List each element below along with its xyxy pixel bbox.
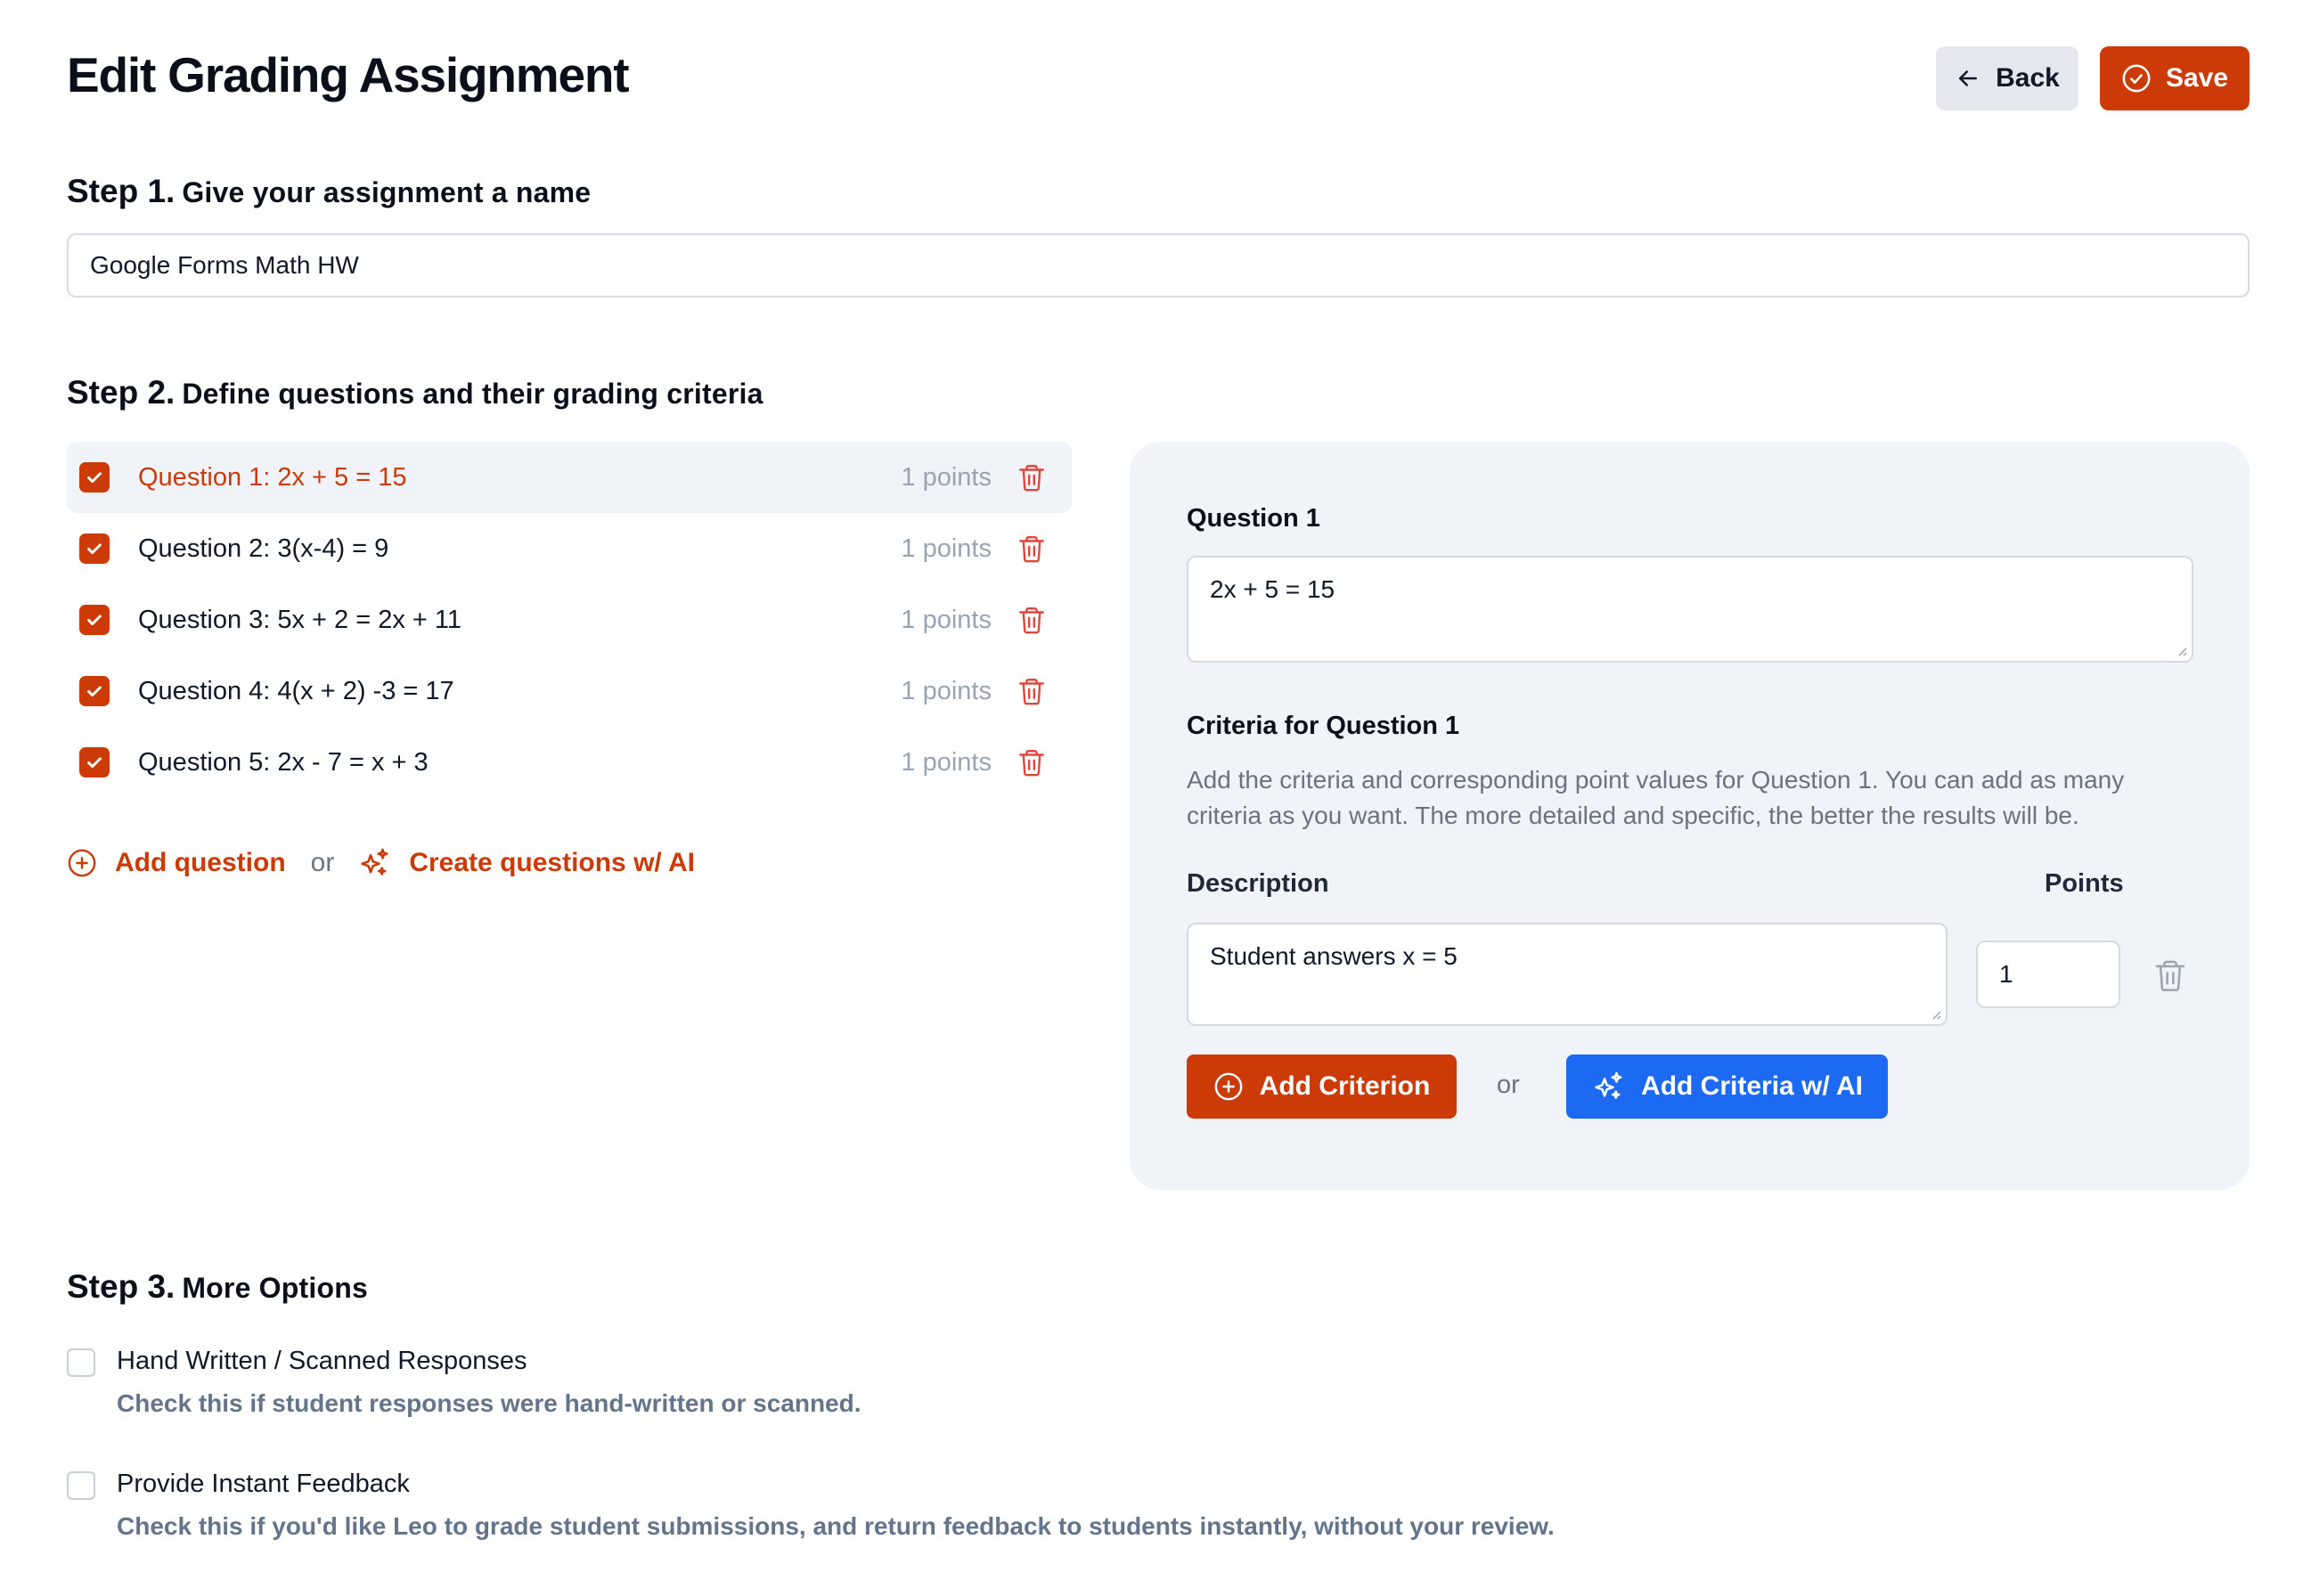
question-checkbox[interactable] [79,605,110,635]
criterion-description-area[interactable]: Student answers x = 5 [1187,923,1948,1026]
or-separator: or [1497,1071,1520,1099]
instant-feedback-checkbox[interactable] [67,1471,95,1500]
step3-heading: Step 3. More Options [67,1268,368,1306]
question-label: Question 3: 5x + 2 = 2x + 11 [138,605,462,634]
criteria-heading: Criteria for Question 1 [1187,712,1460,740]
resize-handle-icon[interactable] [1928,1006,1942,1021]
trash-icon[interactable] [1017,675,1047,712]
step2-heading: Step 2. Define questions and their gradin… [67,374,764,411]
checkmark-icon [87,686,102,697]
question-points: 1 points [901,747,992,777]
checkmark-icon [87,757,102,769]
trash-icon[interactable] [2152,957,2188,998]
option-help: Check this if student responses were han… [117,1389,862,1417]
page-title: Edit Grading Assignment [67,47,630,102]
points-column-label: Points [2045,869,2124,898]
question-list: Question 1: 2x + 5 = 15 1 points Questio… [67,442,1072,798]
criterion-points-input[interactable]: 1 [1976,940,2120,1008]
question-label: Question 5: 2x - 7 = x + 3 [138,747,429,777]
step2-number: Step 2. [67,374,176,411]
handwritten-checkbox[interactable] [67,1348,95,1377]
option-help: Check this if you'd like Leo to grade st… [117,1512,1555,1540]
add-criterion-button[interactable]: Add Criterion [1187,1054,1457,1119]
question-checkbox[interactable] [79,462,110,493]
checkmark-icon [87,543,102,555]
question-checkbox[interactable] [79,533,110,564]
question-label: Question 1: 2x + 5 = 15 [138,462,407,492]
save-button-label: Save [2165,63,2229,93]
edit-grading-assignment-page: Edit Grading Assignment Back Save Step 1… [0,0,2311,1596]
trash-icon[interactable] [1017,746,1047,783]
question-checkbox[interactable] [79,676,110,706]
step1-text: Give your assignment a name [182,176,592,208]
create-questions-ai-link[interactable]: Create questions w/ AI [357,846,695,880]
checkmark-icon [87,472,102,484]
question-heading: Question 1 [1187,504,1320,533]
question-detail-panel: Question 1 2x + 5 = 15 Criteria for Ques… [1130,442,2250,1190]
sparkles-icon [361,848,388,875]
question-row-4[interactable]: Question 4: 4(x + 2) -3 = 17 1 points [67,656,1072,727]
step1-number: Step 1. [67,173,176,209]
add-question-actions: Add question or Create questions w/ AI [67,846,695,880]
step3-number: Step 3. [67,1268,176,1305]
resize-handle-icon[interactable] [2174,643,2188,657]
question-points: 1 points [901,533,992,563]
trash-icon[interactable] [1017,533,1047,569]
add-criteria-ai-button[interactable]: Add Criteria w/ AI [1566,1054,1888,1119]
question-points: 1 points [901,462,992,492]
save-button[interactable]: Save [2100,46,2250,110]
add-criteria-ai-label: Add Criteria w/ AI [1641,1071,1863,1101]
checkmark-icon [87,615,102,626]
add-question-link[interactable]: Add question [67,848,286,878]
add-question-label: Add question [115,848,286,877]
question-checkbox[interactable] [79,747,110,778]
arrow-left-icon [1959,70,1978,86]
or-separator: or [310,848,335,877]
assignment-name-input[interactable] [67,233,2250,297]
step1-heading: Step 1. Give your assignment a name [67,173,591,210]
question-points: 1 points [901,605,992,634]
check-circle-icon [2122,64,2151,93]
question-text-area[interactable]: 2x + 5 = 15 [1187,556,2193,663]
question-points: 1 points [901,676,992,705]
trash-icon[interactable] [1017,604,1047,640]
back-button-label: Back [1996,63,2060,93]
trash-icon[interactable] [1017,461,1047,498]
criterion-points-value: 1 [1999,960,2013,988]
plus-circle-icon [68,849,96,877]
question-row-1[interactable]: Question 1: 2x + 5 = 15 1 points [67,442,1072,513]
question-label: Question 2: 3(x-4) = 9 [138,533,389,563]
question-text: 2x + 5 = 15 [1210,575,1335,603]
question-row-3[interactable]: Question 3: 5x + 2 = 2x + 11 1 points [67,584,1072,656]
criterion-description: Student answers x = 5 [1210,942,1458,970]
create-questions-ai-label: Create questions w/ AI [409,848,695,877]
back-button[interactable]: Back [1936,46,2078,110]
step3-text: More Options [182,1272,368,1304]
step2-text: Define questions and their grading crite… [182,378,764,410]
sparkles-icon [1595,1071,1622,1099]
add-criterion-label: Add Criterion [1259,1071,1431,1101]
question-row-5[interactable]: Question 5: 2x - 7 = x + 3 1 points [67,727,1072,798]
question-row-2[interactable]: Question 2: 3(x-4) = 9 1 points [67,513,1072,584]
description-column-label: Description [1187,869,1329,898]
question-label: Question 4: 4(x + 2) -3 = 17 [138,676,454,705]
option-label: Provide Instant Feedback [117,1470,410,1498]
criteria-help-text: Add the criteria and corresponding point… [1187,766,2125,829]
plus-circle-icon [1214,1072,1243,1101]
option-label: Hand Written / Scanned Responses [117,1347,527,1375]
